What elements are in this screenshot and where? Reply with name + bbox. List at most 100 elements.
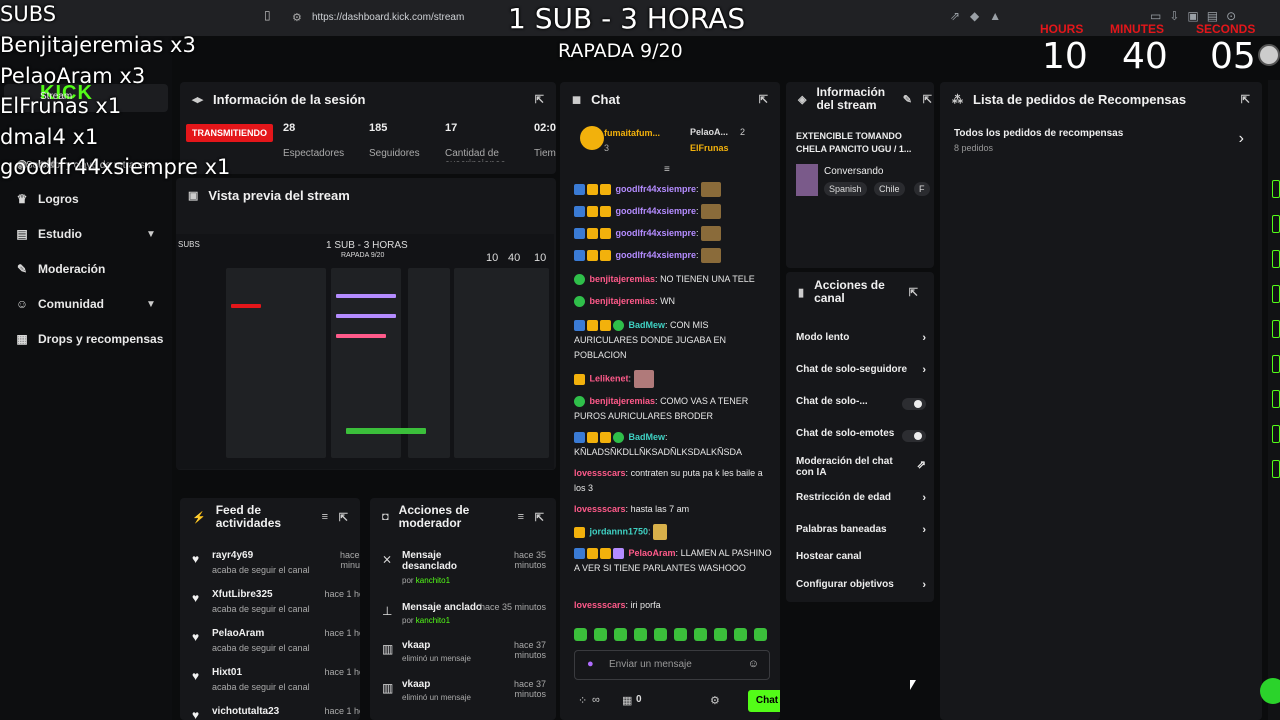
rail-icon[interactable] — [1272, 180, 1280, 198]
action-followers-only[interactable]: Chat de solo-seguidore › — [796, 364, 926, 380]
feed-item-time: hace 1 hora — [324, 589, 360, 599]
all-rewards-row[interactable]: Todos los pedidos de recompensas 8 pedid… — [940, 122, 1262, 162]
top-gifter-name[interactable]: fumaitafum... — [604, 128, 660, 138]
top-gifter-3-name[interactable]: ElFrunas — [690, 143, 729, 153]
sidebar-item-comunidad[interactable]: ☺ Comunidad ▼ — [14, 294, 164, 314]
emote-icon[interactable] — [714, 628, 727, 641]
action-subs-only[interactable]: Chat de solo-... — [796, 396, 926, 412]
top-gifter-2-name[interactable]: PelaoA... — [690, 127, 728, 137]
popout-icon[interactable]: ⇱ — [909, 286, 918, 299]
emote-icon[interactable] — [674, 628, 687, 641]
emote-icon[interactable] — [594, 628, 607, 641]
popout-icon[interactable]: ⇱ — [1241, 93, 1250, 106]
chat-username[interactable]: jordannn1750 — [590, 526, 649, 536]
collapse-icon[interactable]: ≡ — [664, 164, 670, 175]
site-info-icon[interactable]: ⚙ — [292, 8, 302, 28]
rail-icon[interactable] — [1272, 215, 1280, 233]
feed-item-name[interactable]: rayr4y69 — [212, 550, 253, 561]
chat-username[interactable]: BadMew — [629, 432, 666, 442]
action-emotes-only[interactable]: Chat de solo-emotes — [796, 428, 926, 444]
rail-icon[interactable] — [1272, 355, 1280, 373]
chat-message-input[interactable]: ● Enviar un mensaje ☺ — [574, 650, 770, 680]
emotes-only-toggle[interactable] — [902, 430, 926, 442]
avatar[interactable] — [1258, 44, 1280, 66]
emote-icon[interactable] — [754, 628, 767, 641]
chat-username[interactable]: benjitajeremias — [590, 296, 656, 306]
popout-icon[interactable]: ⇱ — [339, 511, 348, 524]
filter-icon[interactable]: ≡ — [518, 511, 524, 523]
emote-icon[interactable] — [654, 628, 667, 641]
feed-item-name[interactable]: Hixt01 — [212, 667, 242, 678]
action-configure-goals[interactable]: Configurar objetivos › — [796, 579, 926, 595]
sidebar-item-estudio[interactable]: ▤ Estudio ▼ — [14, 224, 164, 244]
popout-icon[interactable]: ⇱ — [535, 93, 544, 106]
bookmark-icon[interactable]: ▯ — [264, 8, 271, 22]
chat-username[interactable]: Lelikenet — [590, 373, 629, 383]
emote-icon[interactable] — [694, 628, 707, 641]
popout-icon[interactable]: ⇱ — [759, 93, 768, 106]
popout-icon[interactable]: ⇱ — [535, 511, 544, 524]
chat-username[interactable]: benjitajeremias — [590, 396, 656, 406]
microphone-icon[interactable]: ● — [587, 658, 594, 670]
rail-icon[interactable] — [1272, 390, 1280, 408]
category-name[interactable]: Conversando — [824, 166, 883, 177]
chat-username[interactable]: lovessscars — [574, 600, 626, 610]
support-chat-button[interactable] — [1260, 678, 1280, 704]
feed-item-name[interactable]: PelaoAram — [212, 628, 264, 639]
sidebar-item-moderacion[interactable]: ✎ Moderación — [14, 259, 105, 279]
popout-icon[interactable]: ⇱ — [923, 93, 932, 106]
chat-username[interactable]: goodlfr44xsiempre — [616, 206, 697, 216]
users-icon[interactable]: ⁘ — [578, 694, 587, 707]
action-banned-words[interactable]: Palabras baneadas › — [796, 524, 926, 540]
emoji-picker-icon[interactable]: ☺ — [748, 658, 759, 670]
sidebar-item-logros[interactable]: ♛ Logros — [14, 189, 79, 209]
extension-icons[interactable]: ⇗◆▲ — [950, 9, 1011, 23]
chat-message: goodlfr44xsiempre: — [574, 248, 774, 264]
rail-icon[interactable] — [1272, 425, 1280, 443]
chevron-right-icon: › — [922, 364, 926, 376]
send-chat-button[interactable]: Chat — [748, 690, 780, 712]
feed-item: ♥ vichotutalta23 hace 1 hora — [186, 704, 360, 720]
rail-icon[interactable] — [1272, 320, 1280, 338]
action-slow-mode[interactable]: Modo lento › — [796, 332, 926, 348]
feed-item-name[interactable]: vichotutalta23 — [212, 706, 279, 717]
mod-action-by-user[interactable]: kanchito1 — [416, 616, 450, 625]
rail-icon[interactable] — [1272, 460, 1280, 478]
chat-username[interactable]: goodlfr44xsiempre — [616, 228, 697, 238]
filter-icon[interactable]: ≡ — [322, 511, 328, 523]
chat-username[interactable]: BadMew — [629, 320, 666, 330]
chat-username[interactable]: lovessscars — [574, 468, 626, 478]
emote-icon[interactable] — [634, 628, 647, 641]
edit-icon[interactable]: ✎ — [903, 93, 912, 106]
sidebar-item-drops[interactable]: ▦ Drops y recompensas — [14, 329, 163, 349]
stream-preview-video[interactable]: 1 SUB - 3 HORAS RAPADA 9/20 SUBS 10 40 1… — [176, 234, 554, 469]
action-host-channel[interactable]: Hostear canal — [796, 551, 926, 567]
chat-message: goodlfr44xsiempre: — [574, 182, 774, 198]
pin-icon: ⊥ — [382, 604, 393, 618]
browser-action-icons[interactable]: ▭⇩▣▤⊙ — [1150, 9, 1244, 23]
chevron-right-icon: › — [922, 332, 926, 344]
chat-username[interactable]: goodlfr44xsiempre — [616, 250, 697, 260]
chat-username[interactable]: PelaoAram — [629, 548, 676, 558]
emote-icon[interactable] — [574, 628, 587, 641]
feed-item-name[interactable]: XfutLibre325 — [212, 589, 273, 600]
rail-icon[interactable] — [1272, 285, 1280, 303]
gear-icon[interactable]: ⚙ — [710, 694, 720, 707]
tag-chip[interactable]: F — [914, 182, 930, 196]
verified-icon — [574, 296, 585, 308]
rail-icon[interactable] — [1272, 250, 1280, 268]
action-ai-moderation[interactable]: Moderación del chat con IA ⇗ — [796, 456, 926, 480]
mod-action-by-user[interactable]: kanchito1 — [416, 576, 450, 585]
gift-icon[interactable]: ▦ — [622, 694, 632, 707]
tag-chip[interactable]: Chile — [874, 182, 905, 196]
emote-icon[interactable] — [734, 628, 747, 641]
tag-chip[interactable]: Spanish — [824, 182, 867, 196]
mod-action-item: ⨯ Mensaje desanclado por kanchito1 hace … — [376, 548, 548, 586]
action-age-restriction[interactable]: Restricción de edad › — [796, 492, 926, 508]
chat-username[interactable]: goodlfr44xsiempre — [616, 184, 697, 194]
emote-icon[interactable] — [614, 628, 627, 641]
subs-only-toggle[interactable] — [902, 398, 926, 410]
activity-feed-panel: ⚡ Feed de actividades ≡ ⇱ ♥ rayr4y69 aca… — [180, 498, 360, 720]
chat-username[interactable]: benjitajeremias — [590, 274, 656, 284]
chat-username[interactable]: lovessscars — [574, 504, 626, 514]
